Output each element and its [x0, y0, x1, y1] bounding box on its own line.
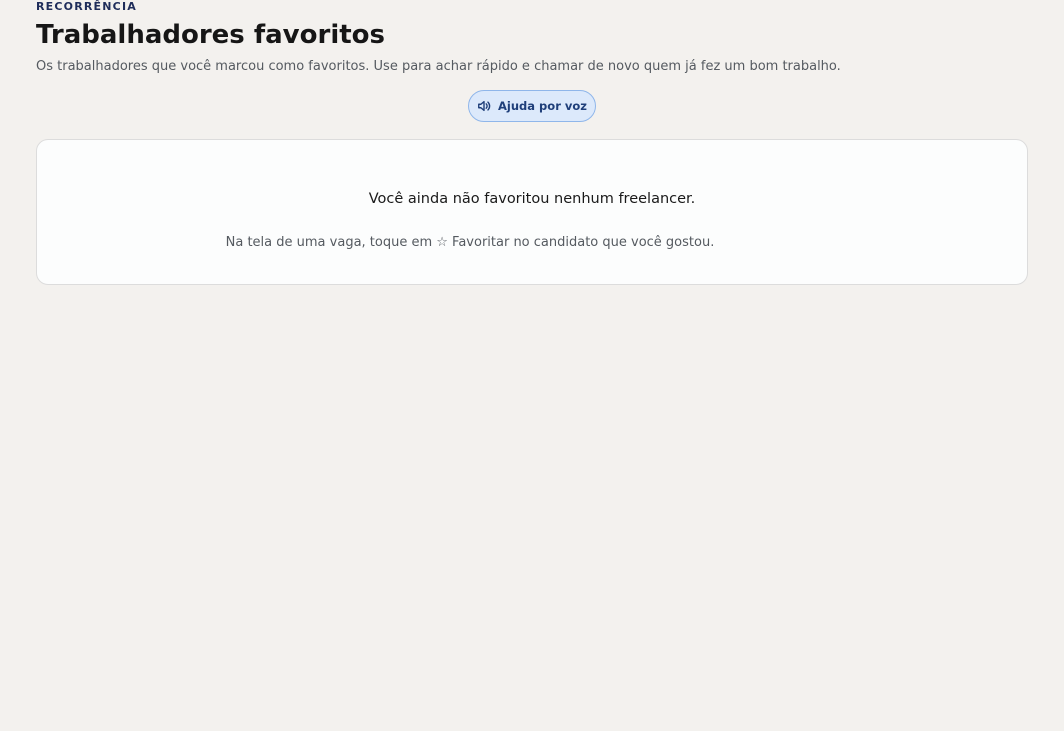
- voice-help-label: Ajuda por voz: [498, 99, 587, 113]
- speaker-icon: [477, 99, 491, 113]
- page-subtitle: Os trabalhadores que você marcou como fa…: [36, 59, 841, 74]
- empty-state-title: Você ainda não favoritou nenhum freelanc…: [368, 191, 696, 207]
- voice-help-button[interactable]: Ajuda por voz: [468, 90, 596, 122]
- empty-state-card: Você ainda não favoritou nenhum freelanc…: [36, 139, 1028, 285]
- page-title: Trabalhadores favoritos: [36, 20, 385, 50]
- section-eyebrow: RECORRÊNCIA: [36, 0, 137, 13]
- empty-state-hint: Na tela de uma vaga, toque em ☆ Favorita…: [225, 235, 715, 250]
